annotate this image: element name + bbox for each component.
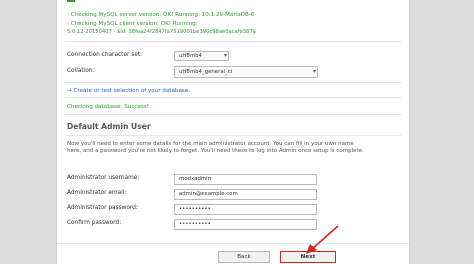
collation-select[interactable]: utf8mb4_general_ci ▾ [174, 66, 318, 78]
confirm-password-field[interactable]: •••••••••• [174, 219, 317, 230]
divider [65, 97, 401, 98]
divider [65, 114, 401, 115]
client-version-check: - Checking MySQL client version: OK! Run… [67, 21, 198, 27]
confirm-password-label: Confirm password: [67, 220, 122, 226]
charset-select[interactable]: utf8mb4 ▾ [174, 51, 229, 61]
admin-email-label: Administrator email: [67, 190, 127, 196]
create-database-link[interactable]: → Create or test selection of your datab… [67, 88, 190, 94]
server-version-check: - Checking MySQL server version: OK! Run… [67, 12, 255, 18]
admin-username-label: Administrator username: [67, 175, 140, 181]
admin-email-field[interactable]: admin@example.com [174, 189, 317, 200]
scroll-top-fragment [67, 0, 75, 2]
database-check-status: Checking database: Success! [67, 104, 149, 110]
charset-label: Connection character set: [67, 52, 143, 58]
client-version-value: 5.0.12-20150407 - $Id: 38fea24f2847fa751… [67, 29, 256, 35]
admin-username-field[interactable]: modxadmin [174, 174, 317, 185]
divider [65, 135, 401, 136]
back-button[interactable]: Back [218, 251, 270, 263]
collation-label: Collation: [67, 68, 95, 74]
section-heading: Default Admin User [67, 122, 151, 131]
admin-password-label: Administrator password: [67, 205, 138, 211]
divider [65, 82, 401, 83]
admin-intro-text: Now you'll need to enter some details fo… [67, 141, 364, 155]
charset-select-value: utf8mb4 [179, 53, 202, 59]
divider [65, 41, 401, 42]
annotation-arrow-icon [306, 225, 339, 254]
footer-divider [57, 243, 409, 244]
chevron-down-icon: ▾ [223, 52, 227, 59]
collation-select-value: utf8mb4_general_ci [179, 69, 233, 75]
admin-password-field[interactable]: •••••••••• [174, 204, 317, 215]
installer-panel: - Checking MySQL server version: OK! Run… [56, 0, 410, 264]
chevron-down-icon: ▾ [312, 68, 316, 75]
